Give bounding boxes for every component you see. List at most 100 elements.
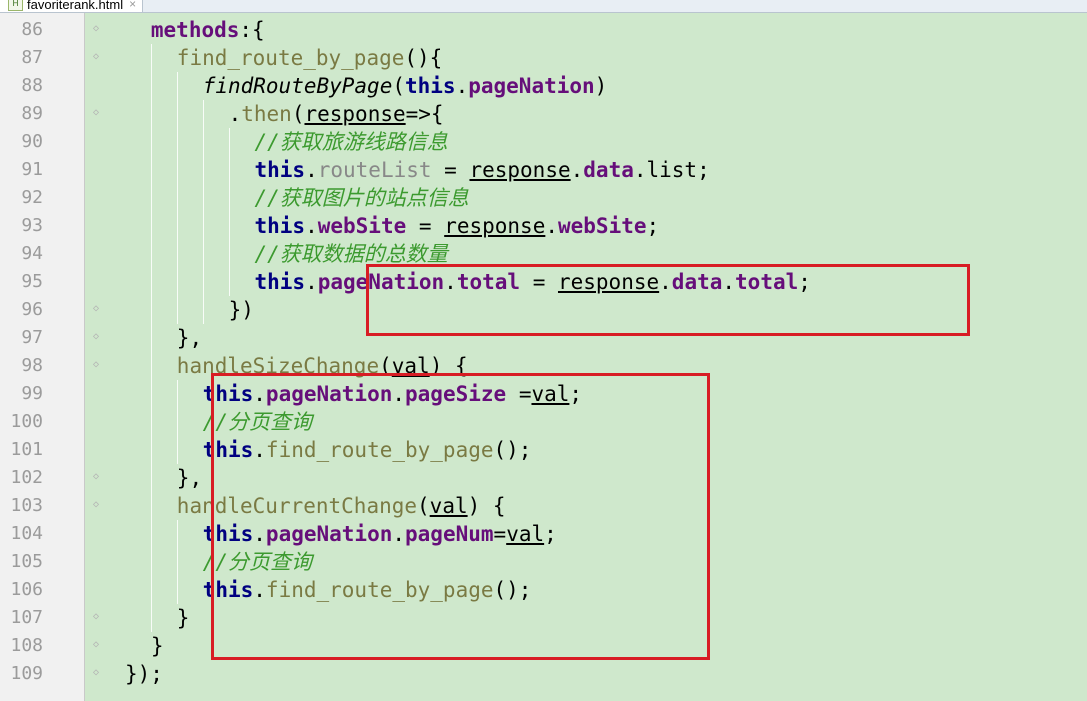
code-token: total: [456, 270, 521, 294]
code-line: 90 //获取旅游线路信息: [0, 128, 1087, 156]
code-token: .: [722, 270, 736, 294]
fold-marker-icon[interactable]: ◇: [90, 107, 102, 119]
code-token: .: [253, 578, 266, 602]
code-token: .: [392, 522, 406, 546]
indent-guide: [202, 240, 204, 268]
fold-marker-icon[interactable]: ◇: [90, 51, 102, 63]
code-token: response: [557, 270, 660, 294]
code-text: methods:{: [151, 16, 265, 44]
line-number: 98: [21, 355, 43, 376]
indent-guide: [176, 268, 178, 296]
code-token: this: [202, 438, 254, 462]
code-line: 89 ◇ .then(response=>{: [0, 100, 1087, 128]
code-token: .: [253, 438, 266, 462]
code-token: .: [305, 214, 318, 238]
code-token: pageSize: [405, 382, 507, 406]
line-number: 92: [21, 187, 43, 208]
line-number: 105: [10, 551, 43, 572]
fold-marker-icon[interactable]: ◇: [90, 611, 102, 623]
fold-marker-icon[interactable]: ◇: [90, 471, 102, 483]
fold-marker-icon[interactable]: ◇: [90, 639, 102, 651]
indent-guide: [150, 240, 152, 268]
indent-guide: [150, 44, 152, 72]
code-token: .: [228, 102, 242, 126]
line-number: 86: [21, 19, 43, 40]
indent-guide: [150, 464, 152, 492]
line-number: 90: [21, 131, 43, 152]
indent-guide: [176, 436, 178, 464]
code-token: this: [254, 158, 306, 182]
fold-marker-icon[interactable]: ◇: [90, 331, 102, 343]
indent-guide: [150, 576, 152, 604]
code-token: find_route_by_page: [265, 438, 494, 462]
indent-guide: [150, 296, 152, 324]
code-token: .: [305, 158, 318, 182]
code-text: },: [177, 324, 202, 352]
code-line: 91 this.routeList = response.data.list;: [0, 156, 1087, 184]
indent-guide: [202, 268, 204, 296]
indent-guide: [150, 380, 152, 408]
code-text: //分页查询: [203, 408, 312, 436]
code-token: }): [228, 298, 254, 322]
indent-guide: [202, 100, 204, 128]
indent-guide: [150, 128, 152, 156]
code-token: this: [202, 522, 254, 546]
file-tab[interactable]: H favoriterank.html ×: [0, 0, 144, 12]
close-icon[interactable]: ×: [129, 0, 136, 11]
code-token: (: [379, 354, 392, 378]
code-text: //获取图片的站点信息: [255, 184, 469, 212]
code-token: pageNation: [468, 74, 595, 98]
indent-guide: [176, 240, 178, 268]
code-line: 92 //获取图片的站点信息: [0, 184, 1087, 212]
line-number: 103: [10, 495, 43, 516]
code-token: //分页查询: [202, 550, 312, 574]
code-token: =: [406, 214, 445, 238]
code-token: find_route_by_page: [265, 578, 494, 602]
indent-guide: [150, 72, 152, 100]
indent-guide: [228, 240, 230, 268]
indent-guide: [176, 576, 178, 604]
code-text: //分页查询: [203, 548, 312, 576]
line-number: 99: [21, 383, 43, 404]
code-line: 86 ◇ methods:{: [0, 16, 1087, 44]
code-line: 94 //获取数据的总数量: [0, 240, 1087, 268]
code-token: pageNation: [265, 522, 393, 546]
code-text: this.find_route_by_page();: [203, 576, 532, 604]
code-line: 105 //分页查询: [0, 548, 1087, 576]
indent-guide: [150, 492, 152, 520]
indent-guide: [202, 128, 204, 156]
indent-guide: [150, 184, 152, 212]
code-token: pageNum: [405, 522, 494, 546]
code-token: val: [506, 522, 545, 546]
code-line: 108 ◇}: [0, 632, 1087, 660]
fold-marker-icon[interactable]: ◇: [90, 23, 102, 35]
code-text: },: [177, 464, 202, 492]
fold-marker-icon[interactable]: ◇: [90, 667, 102, 679]
code-token: ;: [798, 270, 811, 294]
code-token: ();: [493, 578, 532, 602]
line-number: 102: [10, 467, 43, 488]
fold-marker-icon[interactable]: ◇: [90, 303, 102, 315]
indent-guide: [150, 100, 152, 128]
code-text: this.pageNation.pageSize =val;: [203, 380, 582, 408]
indent-guide: [228, 128, 230, 156]
code-text: this.find_route_by_page();: [203, 436, 532, 464]
code-token: ): [594, 74, 608, 98]
code-text: }: [151, 632, 164, 660]
code-token: //获取数据的总数量: [254, 242, 448, 266]
code-token: data: [671, 270, 723, 294]
code-token: handleCurrentChange: [176, 494, 418, 518]
fold-marker-icon[interactable]: ◇: [90, 359, 102, 371]
line-number: 106: [10, 579, 43, 600]
code-token: //获取图片的站点信息: [254, 186, 469, 210]
code-line: 107 ◇}: [0, 604, 1087, 632]
code-text: handleCurrentChange(val) {: [177, 492, 506, 520]
fold-marker-icon[interactable]: ◇: [90, 499, 102, 511]
code-token: data: [583, 158, 634, 182]
file-tab-label: favoriterank.html: [27, 0, 124, 12]
indent-guide: [176, 72, 178, 100]
code-line: 88 findRouteByPage(this.pageNation): [0, 72, 1087, 100]
code-token: =: [493, 522, 507, 546]
code-token: ;: [544, 522, 557, 546]
code-token: },: [176, 326, 203, 350]
